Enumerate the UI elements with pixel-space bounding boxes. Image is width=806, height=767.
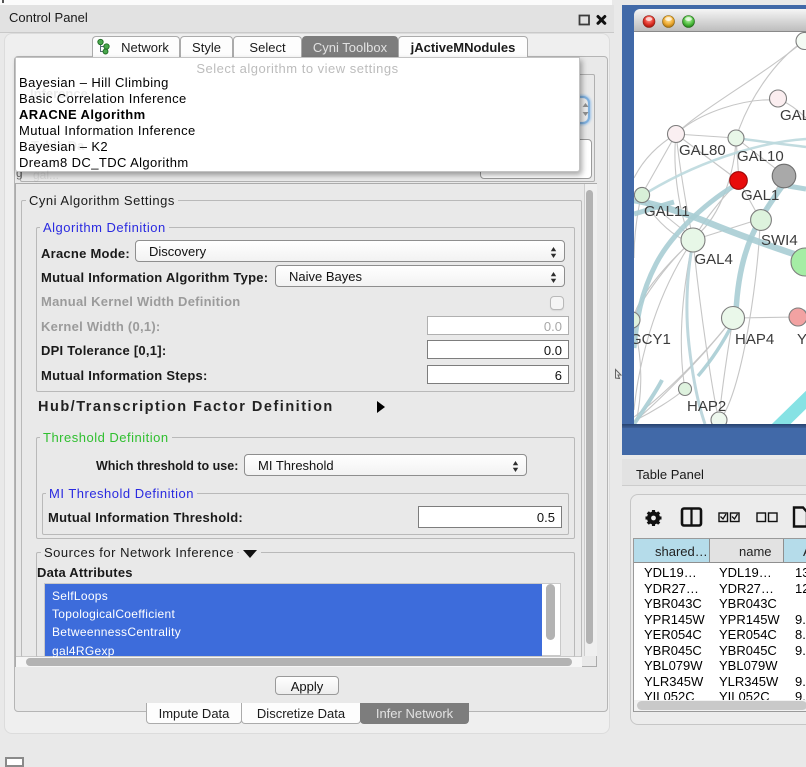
svg-text:GAL10: GAL10: [737, 148, 784, 165]
svg-text:GAL4: GAL4: [695, 251, 733, 268]
svg-text:HAP4: HAP4: [735, 331, 774, 348]
svg-text:GCY1: GCY1: [634, 331, 671, 348]
svg-text:GAL11: GAL11: [644, 203, 690, 220]
svg-text:SWI4: SWI4: [761, 232, 798, 249]
svg-text:Y: Y: [797, 331, 806, 348]
svg-text:GAL1: GAL1: [741, 187, 779, 204]
svg-text:GAL: GAL: [780, 107, 806, 124]
svg-text:HAP2: HAP2: [687, 398, 726, 415]
svg-text:GAL80: GAL80: [679, 142, 726, 159]
